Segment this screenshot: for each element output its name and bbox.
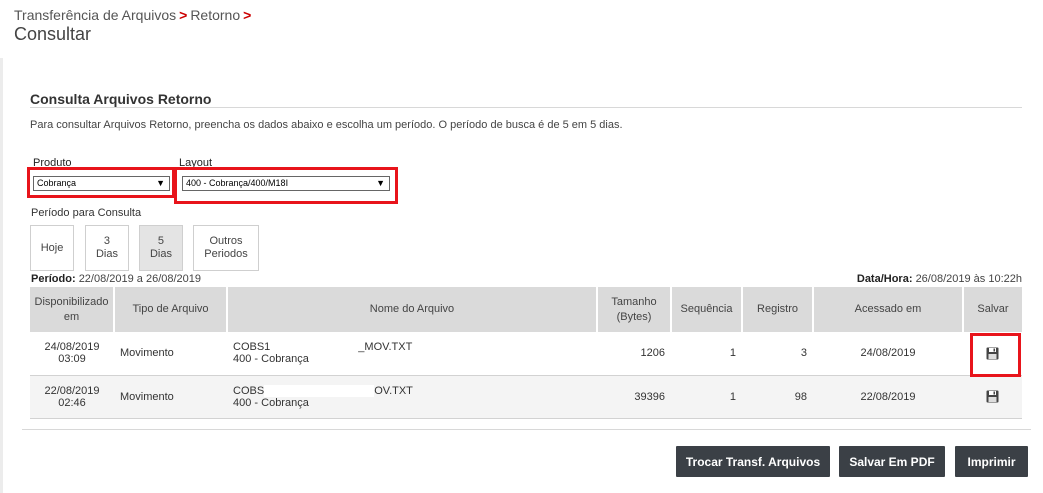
- cell-tamanho: 39396: [597, 375, 671, 419]
- column-header-tipo[interactable]: Tipo de Arquivo: [114, 287, 228, 332]
- floppy-disk-icon[interactable]: [986, 390, 999, 403]
- table-row: 22/08/2019 02:46 Movimento COBS OV.TXT 400…: [30, 375, 1022, 419]
- imprimir-button[interactable]: Imprimir: [955, 446, 1028, 477]
- cell-disponibilizado: 22/08/2019 02:46: [30, 375, 114, 419]
- table-row: 24/08/2019 03:09 Movimento COBS1 _MOV.TXT…: [30, 332, 1022, 376]
- period-button-5-line2: Dias: [149, 248, 172, 260]
- section-title: Consulta Arquivos Retorno: [30, 91, 212, 107]
- cell-sequencia: 1: [671, 332, 742, 376]
- periodo-consulta-label: Período para Consulta: [31, 207, 142, 219]
- highlight-box-salvar: [970, 333, 1021, 377]
- row-date: 22/08/2019: [44, 384, 100, 397]
- cell-nome: COBS1 _MOV.TXT 400 - Cobrança: [227, 332, 597, 376]
- period-button-outros[interactable]: Outros Periodos: [193, 225, 259, 271]
- file-name-prefix: COBS: [233, 384, 265, 397]
- table-header-row: Disponibilizado em Tipo de Arquivo Nome d…: [30, 287, 1022, 332]
- cell-registro: 3: [742, 332, 813, 376]
- redacted-mask: [264, 384, 375, 397]
- cell-tipo: Movimento: [114, 375, 227, 419]
- file-layout: 400 - Cobrança: [233, 396, 309, 409]
- cell-registro: 98: [742, 375, 813, 419]
- breadcrumb-separator: >: [179, 7, 188, 23]
- period-button-3-dias[interactable]: 3 Dias: [85, 225, 129, 271]
- row-time: 03:09: [58, 353, 86, 366]
- row-time: 02:46: [58, 396, 86, 409]
- header-disponibilizado-line1: Disponibilizado: [34, 295, 109, 308]
- header-disponibilizado-line2: em: [63, 310, 80, 323]
- period-button-3-line1: 3: [103, 235, 111, 247]
- period-button-hoje-label: Hoje: [40, 241, 64, 254]
- salvar-pdf-button[interactable]: Salvar Em PDF: [839, 446, 945, 477]
- datahora-info: Data/Hora: 26/08/2019 às 10:22h: [857, 273, 1022, 285]
- periodo-info-label: Período:: [31, 273, 76, 285]
- trocar-transf-arquivos-button[interactable]: Trocar Transf. Arquivos: [676, 446, 830, 477]
- section-divider: [30, 107, 1022, 108]
- column-header-acessado[interactable]: Acessado em: [813, 287, 964, 332]
- cell-tamanho: 1206: [597, 332, 671, 376]
- cell-nome: COBS OV.TXT 400 - Cobrança: [227, 375, 597, 419]
- cell-disponibilizado: 24/08/2019 03:09: [30, 332, 114, 376]
- page-title: Consultar: [14, 24, 92, 44]
- cell-acessado: 24/08/2019: [813, 332, 963, 376]
- header-tamanho-line2: (Bytes): [616, 310, 652, 323]
- cell-acessado: 22/08/2019: [813, 375, 963, 419]
- column-header-nome[interactable]: Nome do Arquivo: [227, 287, 598, 332]
- period-button-outros-line2: Periodos: [204, 248, 248, 260]
- cell-sequencia: 1: [671, 375, 742, 419]
- highlight-box-produto: [27, 167, 175, 198]
- redacted-mask: [270, 341, 359, 354]
- period-button-5-line1: 5: [157, 235, 165, 247]
- breadcrumb: Transferência de Arquivos > Retorno >: [14, 7, 254, 23]
- periodo-info: Período: 22/08/2019 a 26/08/2019: [31, 273, 201, 285]
- breadcrumb-item-retorno[interactable]: Retorno: [190, 7, 240, 23]
- period-button-hoje[interactable]: Hoje: [30, 225, 74, 271]
- column-header-salvar: Salvar: [963, 287, 1022, 332]
- cell-salvar: [963, 375, 1022, 419]
- file-name-prefix: COBS1: [233, 341, 271, 354]
- file-name-suffix: OV.TXT: [374, 384, 413, 397]
- file-layout: 400 - Cobrança: [233, 353, 309, 366]
- period-button-3-line2: Dias: [95, 248, 118, 260]
- left-divider: [0, 58, 3, 493]
- datahora-value: 26/08/2019 às 10:22h: [915, 273, 1022, 285]
- cell-tipo: Movimento: [114, 332, 227, 376]
- header-tamanho-line1: Tamanho: [611, 295, 657, 308]
- file-name-suffix: _MOV.TXT: [358, 341, 413, 354]
- files-table: Disponibilizado em Tipo de Arquivo Nome d…: [30, 287, 1022, 419]
- period-button-5-dias[interactable]: 5 Dias: [139, 225, 183, 271]
- breadcrumb-item-transferencia[interactable]: Transferência de Arquivos: [14, 7, 176, 23]
- datahora-label: Data/Hora:: [856, 273, 913, 285]
- column-header-sequencia[interactable]: Sequência: [671, 287, 743, 332]
- breadcrumb-separator: >: [243, 7, 252, 23]
- instructions-text: Para consultar Arquivos Retorno, preench…: [30, 119, 623, 131]
- period-button-outros-line1: Outros: [209, 235, 243, 247]
- row-date: 24/08/2019: [44, 341, 100, 354]
- highlight-box-layout: [174, 167, 398, 204]
- column-header-disponibilizado[interactable]: Disponibilizado em: [30, 287, 115, 332]
- bottom-divider: [22, 429, 1031, 430]
- column-header-registro[interactable]: Registro: [742, 287, 814, 332]
- periodo-info-value: 22/08/2019 a 26/08/2019: [78, 273, 202, 285]
- column-header-tamanho[interactable]: Tamanho (Bytes): [597, 287, 672, 332]
